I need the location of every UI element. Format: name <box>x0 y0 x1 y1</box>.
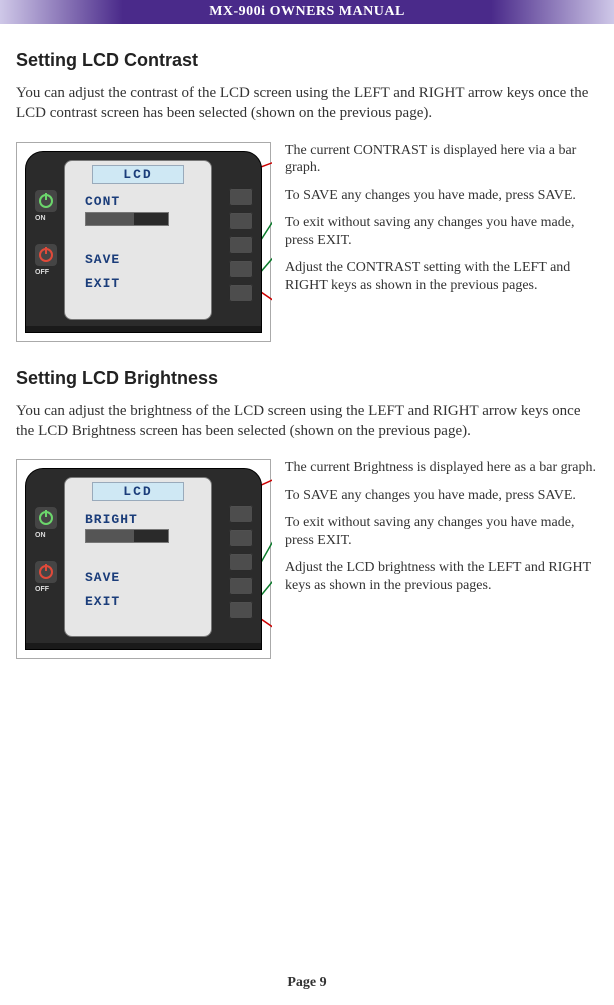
lcd-row-bright: BRIGHT <box>65 507 211 531</box>
remote-panel-contrast: ON OFF LCD CONT SAVE EXIT <box>16 142 271 342</box>
remote-body-2: ON OFF LCD BRIGHT SAVE EXIT <box>25 468 262 650</box>
softkey-2b[interactable] <box>229 529 253 547</box>
power-on[interactable]: ON <box>35 190 57 222</box>
note-brightness-exit: To exit without saving any changes you h… <box>285 514 596 549</box>
softkey-4b[interactable] <box>229 577 253 595</box>
note-contrast-save: To SAVE any changes you have made, press… <box>285 187 596 205</box>
on-label: ON <box>35 215 57 222</box>
power-on-2[interactable]: ON <box>35 507 57 539</box>
softkey-1[interactable] <box>229 188 253 206</box>
lcd-row-save-2: SAVE <box>65 565 211 589</box>
lcd-title: LCD <box>92 165 184 184</box>
lcd-row-cont: CONT <box>65 190 211 214</box>
power-off-2[interactable]: OFF <box>35 561 57 593</box>
section2-heading: Setting LCD Brightness <box>16 368 596 389</box>
off-label: OFF <box>35 269 57 276</box>
lcd-row-save: SAVE <box>65 248 211 272</box>
note-brightness-bargraph: The current Brightness is displayed here… <box>285 459 596 477</box>
note-contrast-bargraph: The current CONTRAST is displayed here v… <box>285 142 596 177</box>
page-footer: Page 9 <box>0 975 614 991</box>
softkey-4[interactable] <box>229 260 253 278</box>
remote-body: ON OFF LCD CONT SAVE EXIT <box>25 151 262 333</box>
remote-panel-brightness: ON OFF LCD BRIGHT SAVE EXIT <box>16 459 271 659</box>
section2-paragraph: You can adjust the brightness of the LCD… <box>16 401 596 442</box>
section1-paragraph: You can adjust the contrast of the LCD s… <box>16 83 596 124</box>
softkey-2[interactable] <box>229 212 253 230</box>
softkey-1b[interactable] <box>229 505 253 523</box>
off-label-2: OFF <box>35 586 57 593</box>
header-bar: MX-900i OWNERS MANUAL <box>0 0 614 24</box>
softkey-5b[interactable] <box>229 601 253 619</box>
note-brightness-save: To SAVE any changes you have made, press… <box>285 487 596 505</box>
note-contrast-exit: To exit without saving any changes you h… <box>285 214 596 249</box>
lcd-row-blank-2 <box>65 541 211 565</box>
lcd-row-blank <box>65 224 211 248</box>
header-title: MX-900i OWNERS MANUAL <box>209 4 405 19</box>
lcd-title-2: LCD <box>92 482 184 501</box>
lcd-row-exit-2: EXIT <box>65 589 211 613</box>
figure-contrast: ON OFF LCD CONT SAVE EXIT <box>16 142 596 342</box>
softkey-3[interactable] <box>229 236 253 254</box>
figure-brightness: ON OFF LCD BRIGHT SAVE EXIT <box>16 459 596 659</box>
lcd-row-exit: EXIT <box>65 272 211 296</box>
annotations-brightness: The current Brightness is displayed here… <box>285 459 596 659</box>
note-brightness-adjust: Adjust the LCD brightness with the LEFT … <box>285 559 596 594</box>
annotations-contrast: The current CONTRAST is displayed here v… <box>285 142 596 342</box>
lcd-screen: LCD CONT SAVE EXIT <box>64 160 212 320</box>
note-contrast-adjust: Adjust the CONTRAST setting with the LEF… <box>285 259 596 294</box>
power-off[interactable]: OFF <box>35 244 57 276</box>
softkey-5[interactable] <box>229 284 253 302</box>
softkey-3b[interactable] <box>229 553 253 571</box>
lcd-screen-2: LCD BRIGHT SAVE EXIT <box>64 477 212 637</box>
section1-heading: Setting LCD Contrast <box>16 50 596 71</box>
on-label-2: ON <box>35 532 57 539</box>
